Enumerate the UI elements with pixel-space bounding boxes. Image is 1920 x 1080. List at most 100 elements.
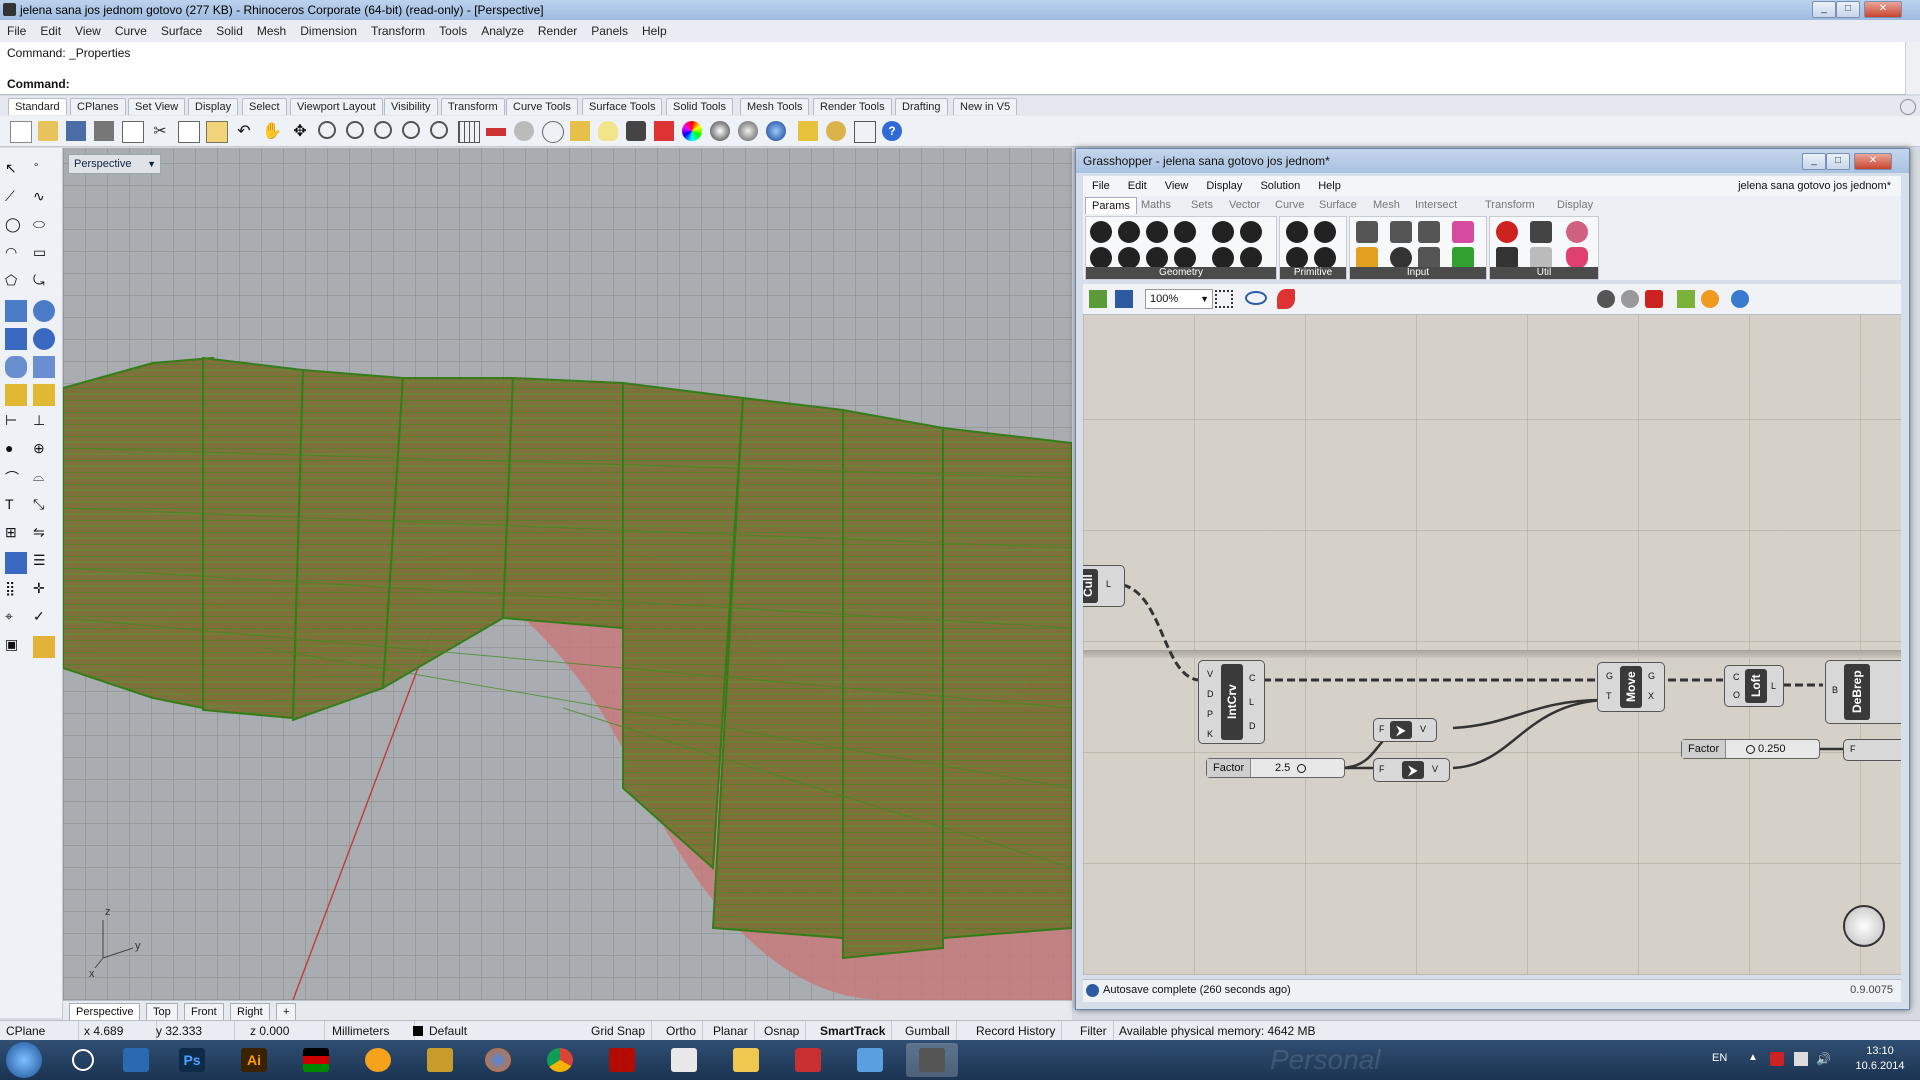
tab-viewport-layout[interactable]: Viewport Layout	[290, 98, 383, 115]
options-gear-icon[interactable]	[826, 121, 846, 141]
gh-tab-sets[interactable]: Sets	[1185, 197, 1219, 213]
menu-help[interactable]: Help	[635, 20, 674, 42]
value-list-icon[interactable]	[1418, 247, 1440, 269]
intcrv-output-d[interactable]: D	[1249, 721, 1256, 731]
array-icon[interactable]: ⊞	[5, 524, 27, 546]
status-osnap[interactable]: Osnap	[758, 1021, 807, 1041]
surface-icon[interactable]	[5, 300, 27, 322]
gumball-icon[interactable]: ✛	[33, 580, 55, 602]
close-button[interactable]: ✕	[1864, 1, 1902, 18]
partial-component[interactable]: F	[1843, 739, 1901, 761]
menu-surface[interactable]: Surface	[154, 20, 209, 42]
navigation-compass-icon[interactable]	[1843, 905, 1885, 947]
layers-icon[interactable]	[654, 121, 674, 141]
loft-input-c[interactable]: C	[1733, 672, 1740, 682]
taskbar-app-explorer[interactable]	[720, 1043, 772, 1077]
intcrv-input-v[interactable]: V	[1207, 669, 1213, 679]
menu-mesh[interactable]: Mesh	[250, 20, 293, 42]
grid-icon[interactable]	[458, 121, 480, 143]
tab-display[interactable]: Display	[188, 98, 239, 115]
move-component[interactable]: G T Move G X	[1597, 662, 1665, 712]
tray-app-icon[interactable]	[1770, 1052, 1784, 1066]
md-slider-icon[interactable]	[1452, 247, 1474, 269]
status-layer[interactable]: Default	[423, 1021, 585, 1041]
snap-icon[interactable]	[570, 121, 590, 141]
cherries-icon[interactable]	[1496, 221, 1518, 243]
scale-icon[interactable]: ⤡	[33, 496, 55, 518]
cull-output-l[interactable]: L	[1106, 579, 1111, 589]
loft-output-l[interactable]: L	[1771, 681, 1776, 691]
zoom-selected-icon[interactable]	[402, 121, 420, 139]
data-dam-icon[interactable]	[1530, 221, 1552, 243]
boolean-param-icon[interactable]	[1286, 221, 1308, 243]
zoom-window-icon[interactable]	[346, 121, 364, 139]
car-icon[interactable]	[486, 128, 506, 136]
lightning-icon[interactable]	[33, 384, 55, 406]
menu-tools[interactable]: Tools	[432, 20, 474, 42]
grid-array-icon[interactable]: ⣿	[5, 580, 27, 602]
line-param-icon[interactable]	[1090, 247, 1112, 269]
status-filter[interactable]: Filter	[1074, 1021, 1114, 1041]
ellipse-icon[interactable]: ⬭	[33, 216, 55, 238]
slider-knob[interactable]	[1297, 764, 1306, 773]
dimension-tool-icon[interactable]: ⊢	[5, 412, 27, 434]
network-icon[interactable]	[1794, 1052, 1808, 1066]
tab-transform[interactable]: Transform	[441, 98, 505, 115]
cut-icon[interactable]: ✂	[150, 121, 170, 141]
cube-icon[interactable]: ▣	[5, 636, 27, 658]
preview-shaded-icon[interactable]	[1621, 290, 1639, 308]
rhino-app-icon[interactable]	[3, 3, 16, 16]
tab-standard[interactable]: Standard	[8, 98, 67, 115]
geometry-param-icon[interactable]	[1090, 221, 1112, 243]
status-units[interactable]: Millimeters	[326, 1021, 415, 1041]
vector-z-component-2[interactable]: F ⮞ V	[1373, 758, 1450, 782]
intcrv-component[interactable]: V D P K IntCrv C L D	[1198, 660, 1265, 744]
debrep-input-b[interactable]: B	[1832, 685, 1838, 695]
galapagos-icon[interactable]	[1566, 221, 1588, 243]
point-icon[interactable]: ∘	[33, 160, 55, 182]
gh-tab-maths[interactable]: Maths	[1135, 197, 1177, 213]
fillet-icon[interactable]: ⌒	[5, 468, 27, 490]
plane-param-icon[interactable]	[1118, 247, 1140, 269]
volume-icon[interactable]: 🔊	[1816, 1052, 1831, 1066]
gh-menu-view[interactable]: View	[1156, 176, 1198, 196]
print-icon[interactable]	[94, 121, 114, 141]
preview-eye-icon[interactable]	[1245, 291, 1267, 305]
debrep-component[interactable]: B DeBrep	[1825, 660, 1901, 724]
intcrv-input-p[interactable]: P	[1207, 709, 1213, 719]
rotate-view-icon[interactable]: ✥	[290, 121, 310, 141]
gh-minimize-button[interactable]: _	[1802, 153, 1826, 170]
select-icon[interactable]	[514, 121, 534, 141]
toggle-icon[interactable]	[1390, 221, 1412, 243]
status-grid-snap[interactable]: Grid Snap	[585, 1021, 653, 1041]
graph-mapper-icon[interactable]	[1356, 247, 1378, 269]
circle-param-icon[interactable]	[1118, 221, 1140, 243]
menu-view[interactable]: View	[68, 20, 108, 42]
curve-icon[interactable]: ∿	[33, 188, 55, 210]
help-icon[interactable]: ?	[882, 121, 902, 141]
factor-slider-2[interactable]: Factor 0.250	[1681, 739, 1820, 759]
gh-menu-display[interactable]: Display	[1197, 176, 1251, 196]
loft-component[interactable]: C O Loft L	[1724, 665, 1784, 707]
taskbar-app-acrobat[interactable]	[596, 1043, 648, 1077]
cull-component[interactable]: Cull L	[1083, 565, 1125, 607]
zoom-select[interactable]: 100% ▼	[1145, 289, 1213, 309]
intcrv-output-l[interactable]: L	[1249, 697, 1254, 707]
surface-edit-icon[interactable]	[33, 300, 55, 322]
rectangle-icon[interactable]: ▭	[33, 244, 55, 266]
move-input-g[interactable]: G	[1606, 671, 1613, 681]
taskbar-app-flag[interactable]	[290, 1043, 342, 1077]
sketch-brush-icon[interactable]	[1277, 289, 1295, 309]
solid-edit-icon[interactable]	[5, 552, 27, 574]
tab-curve-tools[interactable]: Curve Tools	[506, 98, 578, 115]
vector-z-component-1[interactable]: F ⮞ V	[1373, 718, 1437, 742]
blob-icon[interactable]: ●	[5, 440, 27, 462]
rectangle-param-icon[interactable]	[1174, 247, 1196, 269]
tab-visibility[interactable]: Visibility	[384, 98, 438, 115]
display-mode-icon[interactable]	[1731, 290, 1749, 308]
status-ortho[interactable]: Ortho	[660, 1021, 704, 1041]
tab-mesh-tools[interactable]: Mesh Tools	[740, 98, 810, 115]
zoom-extents-icon[interactable]	[1215, 290, 1233, 308]
point-param-icon[interactable]	[1146, 247, 1168, 269]
gh-tab-intersect[interactable]: Intersect	[1409, 197, 1463, 213]
